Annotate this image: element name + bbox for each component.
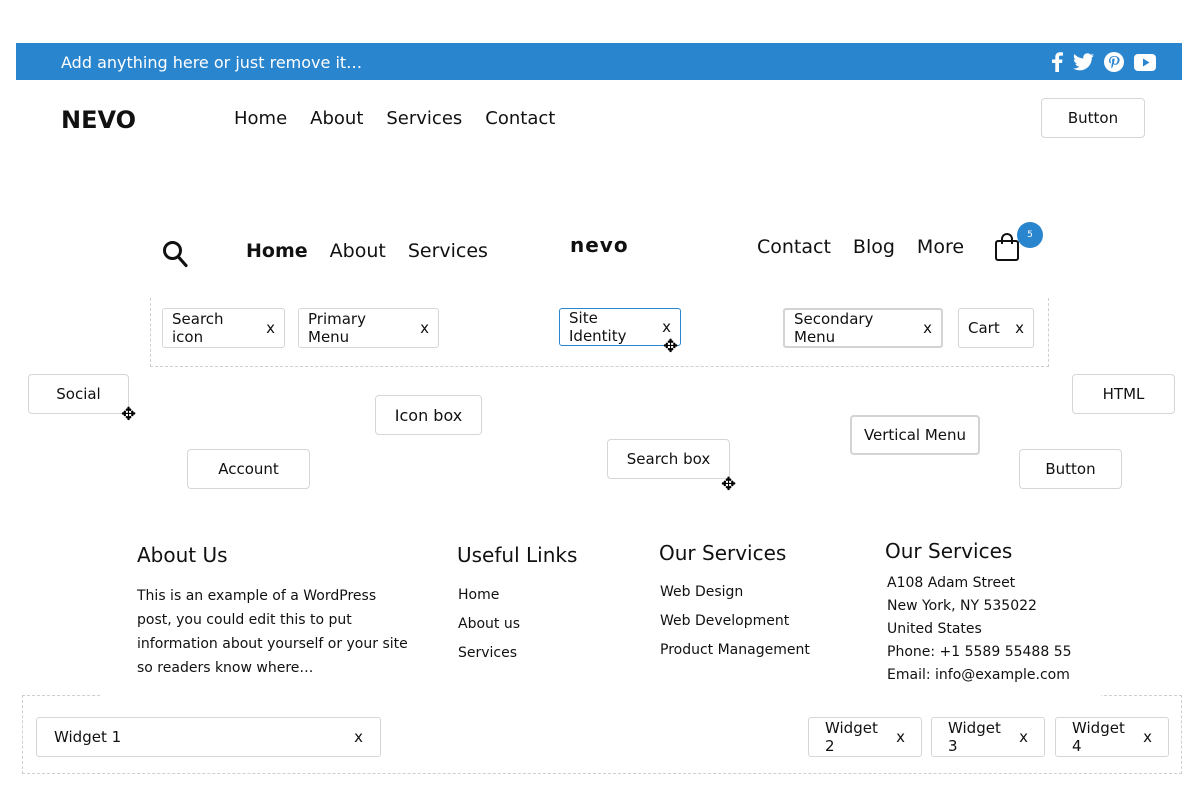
item-icon-box[interactable]: Icon box [375,395,482,435]
move-cursor-icon: ✥ [721,474,737,495]
chip-label: Widget 2 [825,719,878,755]
footer-link-home[interactable]: Home [458,581,520,610]
item-search-box[interactable]: Search box [607,439,730,479]
preview-nav-contact[interactable]: Contact [757,236,831,258]
nav-item-about[interactable]: About [310,108,363,129]
preview-nav-services[interactable]: Services [408,240,488,262]
remove-icon[interactable]: x [1015,319,1024,337]
dashed-gap [100,690,1101,700]
preview-nav-blog[interactable]: Blog [853,236,895,258]
chip-primary-menu[interactable]: Primary Menu x [298,308,439,348]
chip-label: Widget 3 [948,719,1001,755]
footer-link-about[interactable]: About us [458,610,520,639]
nav-item-home[interactable]: Home [234,108,287,129]
footer-links-list: Home About us Services [458,581,520,668]
item-button[interactable]: Button [1019,449,1122,489]
remove-icon[interactable]: x [354,728,363,746]
footer-links-title: Useful Links [457,543,578,567]
youtube-icon[interactable] [1134,53,1156,71]
remove-icon[interactable]: x [420,319,429,337]
chip-widget-2[interactable]: Widget 2 x [808,717,922,757]
footer-address-line: A108 Adam Street [887,575,1016,591]
chip-widget-4[interactable]: Widget 4 x [1055,717,1169,757]
remove-icon[interactable]: x [662,318,671,336]
pinterest-icon[interactable] [1104,52,1124,72]
item-social[interactable]: Social [28,374,129,414]
chip-secondary-menu[interactable]: Secondary Menu x [783,308,943,348]
nav-item-contact[interactable]: Contact [485,108,555,129]
preview-nav-more[interactable]: More [917,236,964,258]
chip-label: Primary Menu [308,310,366,346]
preview-secondary-menu: Contact Blog More [757,236,964,258]
footer-about-title: About Us [137,543,228,567]
preview-site-logo[interactable]: nevo [570,233,629,257]
chip-label: Secondary Menu [794,310,874,346]
footer-address-line: United States [887,621,982,637]
chip-label: Widget 1 [54,728,122,746]
chip-label: Cart [968,319,1000,337]
footer-about-body: This is an example of a WordPress post, … [137,588,408,676]
item-vertical-menu[interactable]: Vertical Menu [850,415,980,455]
remove-icon[interactable]: x [1019,728,1028,746]
footer-email[interactable]: Email: info@example.com [887,664,1072,687]
footer-service-item[interactable]: Web Design [660,578,810,607]
search-icon[interactable] [162,240,188,272]
preview-primary-menu: Home About Services [246,240,488,262]
header-button[interactable]: Button [1041,98,1145,138]
preview-nav-about[interactable]: About [330,240,386,262]
preview-nav-home[interactable]: Home [246,240,308,262]
footer-contact-title: Our Services [885,539,1013,563]
chip-widget-3[interactable]: Widget 3 x [931,717,1045,757]
facebook-icon[interactable] [1051,52,1063,72]
item-account[interactable]: Account [187,449,310,489]
remove-icon[interactable]: x [1143,728,1152,746]
footer-phone: Phone: +1 5589 55488 55 [887,644,1072,660]
site-logo[interactable]: NEVO [61,106,136,134]
item-html[interactable]: HTML [1072,374,1175,414]
top-bar: Add anything here or just remove it… [16,43,1182,80]
remove-icon[interactable]: x [896,728,905,746]
remove-icon[interactable]: x [266,319,275,337]
chip-cart[interactable]: Cart x [958,308,1034,348]
remove-icon[interactable]: x [923,319,932,337]
footer-service-item[interactable]: Web Development [660,607,810,636]
footer-address-line: New York, NY 535022 [887,598,1037,614]
nav-item-services[interactable]: Services [386,108,462,129]
footer-service-item[interactable]: Product Management [660,636,810,665]
move-cursor-icon: ✥ [663,336,679,357]
footer-services-title: Our Services [659,541,787,565]
topbar-text: Add anything here or just remove it… [61,53,363,72]
main-nav: Home About Services Contact [234,108,555,129]
chip-label: Search icon [172,310,224,346]
footer-services-list: Web Design Web Development Product Manag… [660,578,810,665]
footer-link-services[interactable]: Services [458,639,520,668]
chip-widget-1[interactable]: Widget 1 x [36,717,381,757]
chip-label: Widget 4 [1072,719,1125,755]
chip-label: Site Identity [569,309,627,345]
cart-count-badge: 5 [1017,222,1043,248]
social-icons [1051,52,1156,72]
move-cursor-icon: ✥ [121,404,137,425]
chip-search-icon[interactable]: Search icon x [162,308,285,348]
twitter-icon[interactable] [1073,53,1094,71]
footer-contact-lines: A108 Adam Street New York, NY 535022 Uni… [887,572,1072,687]
